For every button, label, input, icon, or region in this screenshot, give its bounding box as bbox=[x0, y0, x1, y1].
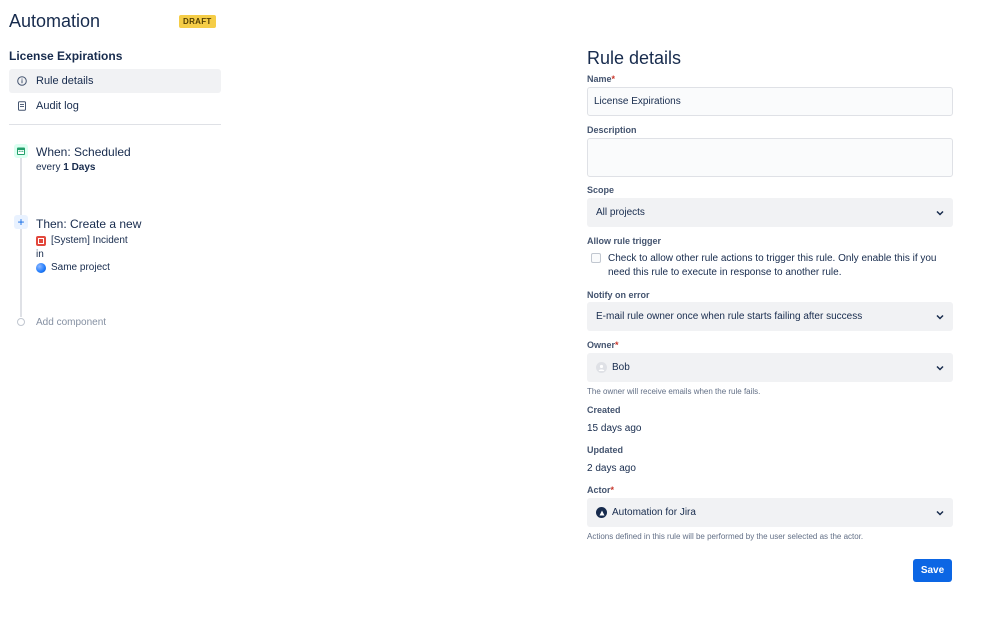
scope-label: Scope bbox=[587, 185, 615, 195]
allow-trigger-label: Allow rule trigger bbox=[587, 236, 662, 246]
page-title: Automation bbox=[9, 11, 101, 31]
required-mark: * bbox=[615, 340, 619, 350]
form-title: Rule details bbox=[587, 48, 682, 68]
action-project: Same project bbox=[36, 262, 110, 273]
action-connector: in bbox=[36, 249, 44, 260]
trigger-detail-value: 1 Days bbox=[63, 162, 96, 173]
project-label: Same project bbox=[51, 262, 110, 273]
sidebar-item-label: Audit log bbox=[36, 100, 79, 112]
description-field[interactable] bbox=[587, 138, 953, 177]
actor-helper-text: Actions defined in this rule will be per… bbox=[587, 532, 864, 541]
actor-label-text: Actor bbox=[587, 485, 611, 495]
trigger-detail-prefix: every bbox=[36, 162, 64, 173]
trigger-title[interactable]: When: Scheduled bbox=[36, 145, 131, 159]
required-mark: * bbox=[610, 485, 615, 495]
updated-value: 2 days ago bbox=[587, 463, 636, 474]
info-icon bbox=[17, 76, 27, 86]
sidebar-item-audit-log[interactable]: Audit log bbox=[9, 94, 221, 118]
actor-select[interactable]: Automation for Jira bbox=[587, 498, 953, 527]
created-label: Created bbox=[587, 405, 621, 415]
owner-label: Owner* bbox=[587, 340, 619, 350]
allow-trigger-text: Check to allow other rule actions to tri… bbox=[608, 253, 937, 278]
add-component-link[interactable]: Add component bbox=[36, 317, 106, 328]
chevron-down-icon bbox=[936, 314, 944, 320]
owner-label-text: Owner bbox=[587, 340, 616, 350]
description-label: Description bbox=[587, 125, 637, 135]
plus-icon: + bbox=[14, 215, 28, 229]
trigger-detail: every 1 Days bbox=[36, 162, 95, 173]
incident-icon bbox=[36, 235, 46, 246]
owner-value: Bob bbox=[612, 362, 630, 373]
globe-icon bbox=[36, 262, 46, 273]
calendar-icon bbox=[14, 144, 28, 158]
allow-trigger-checkbox[interactable] bbox=[591, 253, 601, 263]
avatar bbox=[596, 362, 607, 373]
chevron-down-icon bbox=[936, 365, 944, 371]
owner-select[interactable]: Bob bbox=[587, 353, 953, 382]
timeline-line bbox=[20, 157, 22, 317]
document-icon bbox=[17, 101, 27, 111]
rule-name: License Expirations bbox=[9, 49, 123, 63]
sidebar-item-rule-details[interactable]: Rule details bbox=[9, 69, 221, 93]
owner-value-wrap: Bob bbox=[596, 362, 630, 373]
allow-trigger-row: Check to allow other rule actions to tri… bbox=[591, 252, 951, 280]
required-mark: * bbox=[611, 74, 616, 84]
actor-value: Automation for Jira bbox=[612, 507, 696, 518]
actor-value-wrap: Automation for Jira bbox=[596, 507, 696, 518]
name-label: Name* bbox=[587, 74, 615, 84]
notify-value: E-mail rule owner once when rule starts … bbox=[596, 311, 863, 322]
automation-avatar-icon bbox=[596, 507, 607, 518]
owner-helper-text: The owner will receive emails when the r… bbox=[587, 387, 761, 396]
action-issue-type: [System] Incident bbox=[36, 235, 128, 246]
name-field[interactable]: License Expirations bbox=[587, 87, 953, 116]
updated-label: Updated bbox=[587, 445, 623, 455]
notify-label: Notify on error bbox=[587, 290, 650, 300]
chevron-down-icon bbox=[936, 210, 944, 216]
sidebar-item-label: Rule details bbox=[36, 75, 94, 87]
chevron-down-icon bbox=[936, 510, 944, 516]
divider bbox=[9, 124, 221, 125]
action-title[interactable]: Then: Create a new bbox=[36, 217, 141, 231]
notify-select[interactable]: E-mail rule owner once when rule starts … bbox=[587, 302, 953, 331]
actor-label: Actor* bbox=[587, 485, 614, 495]
status-badge: DRAFT bbox=[179, 15, 216, 28]
issue-type-label: [System] Incident bbox=[51, 235, 128, 246]
created-value: 15 days ago bbox=[587, 423, 642, 434]
name-label-text: Name bbox=[587, 74, 612, 84]
scope-select[interactable]: All projects bbox=[587, 198, 953, 227]
save-button[interactable]: Save bbox=[913, 559, 952, 582]
add-component-dot bbox=[17, 318, 25, 326]
scope-value: All projects bbox=[596, 207, 645, 218]
